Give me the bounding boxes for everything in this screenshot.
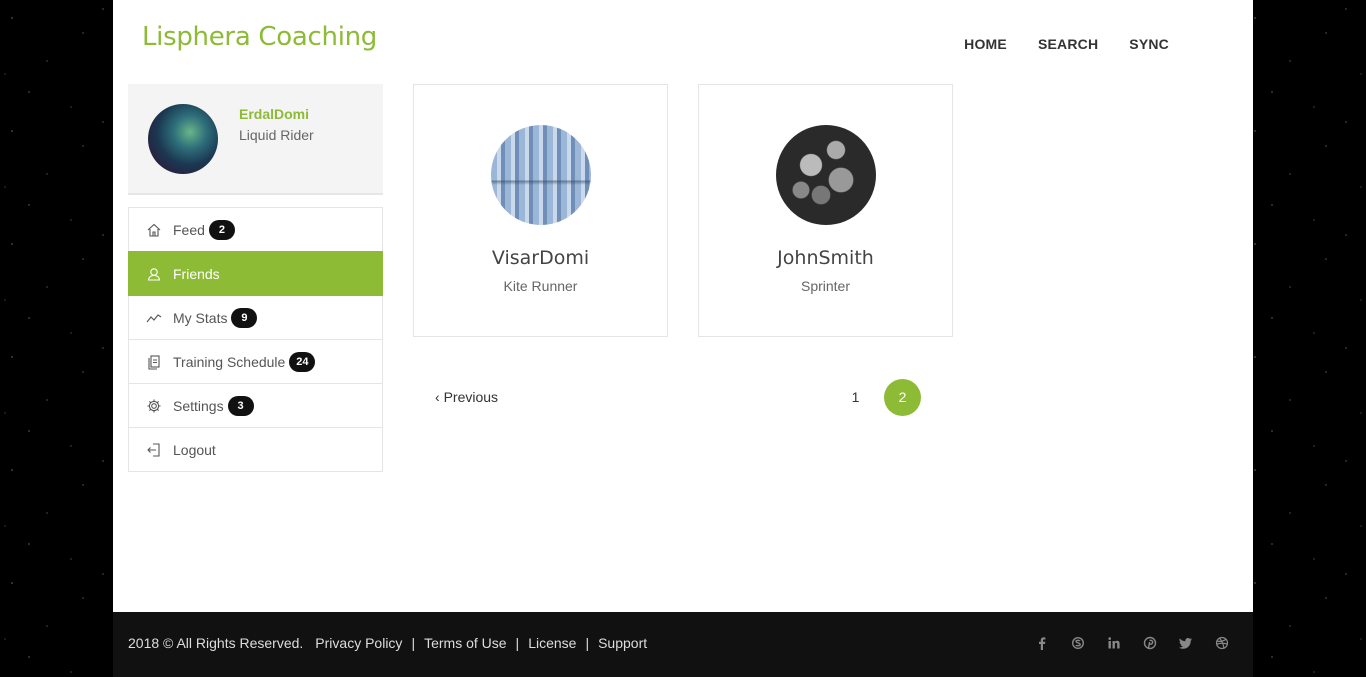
sidebar-item-logout[interactable]: Logout xyxy=(129,428,382,472)
terms-of-use-link[interactable]: Terms of Use xyxy=(424,635,506,651)
linkedin-icon[interactable] xyxy=(1106,635,1122,651)
nav-home[interactable]: HOME xyxy=(964,36,1007,52)
divider: | xyxy=(515,635,520,651)
friend-avatar[interactable] xyxy=(775,125,876,225)
sidebar-item-settings[interactable]: Settings 3 xyxy=(129,384,382,428)
footer: 2018 © All Rights Reserved. Privacy Poli… xyxy=(113,612,1253,677)
friend-card[interactable]: VisarDomi Kite Runner xyxy=(413,84,668,337)
sidebar-item-label: Feed xyxy=(173,221,205,238)
profile-card: ErdalDomi Liquid Rider xyxy=(128,84,383,195)
page-button-1[interactable]: 1 xyxy=(837,379,874,416)
sidebar-item-feed[interactable]: Feed 2 xyxy=(129,208,382,252)
facebook-icon[interactable] xyxy=(1034,635,1050,651)
previous-page-button[interactable]: ‹ Previous xyxy=(435,389,498,405)
sidebar-item-label: Logout xyxy=(173,441,216,458)
privacy-policy-link[interactable]: Privacy Policy xyxy=(315,635,402,651)
gear-icon xyxy=(146,398,162,414)
friend-role: Sprinter xyxy=(800,278,851,294)
copyright-text: 2018 © All Rights Reserved. xyxy=(128,635,304,651)
home-icon xyxy=(146,222,162,238)
count-badge: 2 xyxy=(208,219,235,240)
nav-sync[interactable]: SYNC xyxy=(1129,36,1169,52)
support-link[interactable]: Support xyxy=(598,635,647,651)
divider: | xyxy=(585,635,590,651)
count-badge: 3 xyxy=(227,395,254,416)
divider: | xyxy=(411,635,416,651)
count-badge: 24 xyxy=(289,351,316,372)
count-badge: 9 xyxy=(231,307,258,328)
profile-username[interactable]: ErdalDomi xyxy=(239,106,309,122)
friend-name[interactable]: JohnSmith xyxy=(699,247,952,269)
page-button-2-current[interactable]: 2 xyxy=(884,379,921,416)
page-container: Lisphera Coaching HOME SEARCH SYNC Erdal… xyxy=(113,0,1253,677)
friend-name[interactable]: VisarDomi xyxy=(414,247,667,269)
pinterest-icon[interactable] xyxy=(1142,635,1158,651)
license-link[interactable]: License xyxy=(528,635,576,651)
document-icon xyxy=(146,354,162,370)
skype-icon[interactable] xyxy=(1070,635,1086,651)
stats-line-icon xyxy=(146,310,162,326)
twitter-icon[interactable] xyxy=(1178,635,1194,651)
avatar[interactable] xyxy=(148,104,218,174)
footer-links: 2018 © All Rights Reserved. Privacy Poli… xyxy=(128,635,647,651)
top-nav: HOME SEARCH SYNC xyxy=(964,36,1169,52)
dribbble-icon[interactable] xyxy=(1214,635,1230,651)
profile-role: Liquid Rider xyxy=(239,127,314,143)
sidebar-item-label: Friends xyxy=(173,265,220,282)
chevron-left-icon: ‹ xyxy=(435,389,440,405)
logout-icon xyxy=(146,442,162,458)
previous-label: Previous xyxy=(443,389,499,405)
social-links xyxy=(1034,635,1230,651)
sidebar-item-friends[interactable]: Friends xyxy=(128,251,383,296)
sidebar-item-label: Settings xyxy=(173,397,224,414)
sidebar-item-label: My Stats xyxy=(173,309,228,326)
friend-role: Kite Runner xyxy=(503,278,578,294)
sidebar-item-label: Training Schedule xyxy=(173,353,286,370)
sidebar-item-my-stats[interactable]: My Stats 9 xyxy=(129,296,382,340)
brand-logo[interactable]: Lisphera Coaching xyxy=(142,22,377,52)
sidebar-menu: Feed 2 Friends My Stats 9 Training Sched… xyxy=(128,207,383,472)
friend-avatar[interactable] xyxy=(490,125,591,225)
user-icon xyxy=(146,266,162,282)
nav-search[interactable]: SEARCH xyxy=(1038,36,1098,52)
friend-card[interactable]: JohnSmith Sprinter xyxy=(698,84,953,337)
sidebar-item-training-schedule[interactable]: Training Schedule 24 xyxy=(129,340,382,384)
